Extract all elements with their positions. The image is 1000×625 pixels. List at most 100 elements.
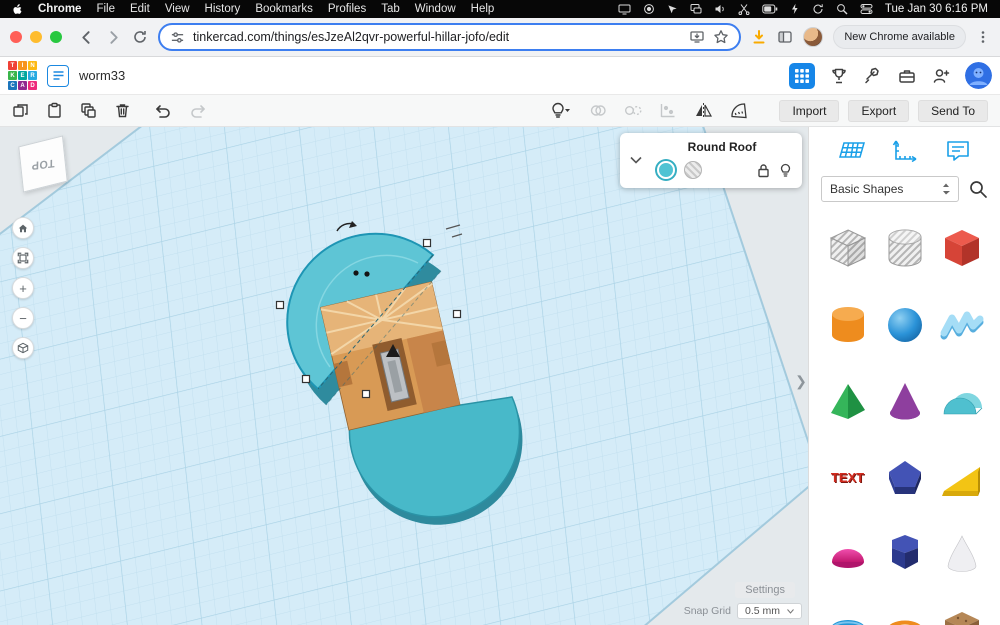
back-button[interactable] — [78, 29, 95, 46]
shape-wedge[interactable] — [935, 445, 989, 509]
collapse-inspector-button[interactable] — [626, 140, 646, 179]
color-swatch-selected[interactable] — [657, 161, 675, 179]
lock-icon[interactable] — [757, 163, 770, 178]
url-text[interactable]: tinkercad.com/things/esJzeAl2qvr-powerfu… — [193, 30, 681, 44]
menu-tab[interactable]: Tab — [381, 3, 400, 15]
settings-button[interactable]: Settings — [735, 582, 795, 598]
zoom-out-button[interactable]: − — [12, 307, 34, 329]
shape-category-select[interactable]: Basic Shapes — [821, 176, 959, 202]
browser-profile-avatar[interactable] — [803, 27, 823, 47]
snap-grid-select[interactable]: 0.5 mm — [737, 603, 802, 619]
shape-cylinder-transparent[interactable] — [878, 217, 932, 281]
sync-icon[interactable] — [812, 3, 824, 15]
delete-icon[interactable] — [114, 102, 131, 119]
shape-round-roof[interactable] — [935, 369, 989, 433]
bookmark-star-icon[interactable] — [713, 29, 729, 45]
undo-icon[interactable] — [154, 103, 172, 119]
zoom-in-button[interactable]: + — [12, 277, 34, 299]
show-all-bulb-icon[interactable] — [550, 102, 572, 119]
shape-polygon[interactable] — [878, 445, 932, 509]
display-icon[interactable] — [618, 3, 631, 15]
notes-tool-icon[interactable] — [945, 139, 971, 163]
ungroup-icon[interactable] — [624, 102, 642, 119]
sidebar-toggle-icon[interactable] — [777, 29, 793, 45]
shape-pyramid[interactable] — [821, 369, 875, 433]
redo-icon[interactable] — [189, 103, 207, 119]
send-to-button[interactable]: Send To — [918, 100, 988, 122]
chrome-update-button[interactable]: New Chrome available — [833, 25, 966, 49]
shape-half-sphere[interactable] — [821, 521, 875, 585]
volume-icon[interactable] — [714, 3, 726, 15]
tools-icon[interactable] — [863, 66, 883, 86]
window-minimize-button[interactable] — [30, 31, 42, 43]
shape-cylinder[interactable] — [821, 293, 875, 357]
fit-view-button[interactable] — [12, 247, 34, 269]
user-avatar[interactable] — [965, 62, 992, 89]
shape-cone[interactable] — [878, 369, 932, 433]
menu-bookmarks[interactable]: Bookmarks — [255, 3, 313, 15]
design-title[interactable]: worm33 — [79, 68, 125, 83]
hide-bulb-icon[interactable] — [779, 163, 792, 178]
battery-icon[interactable] — [762, 4, 778, 14]
3d-viewport[interactable]: TOP + − Round Roof Sett — [0, 127, 808, 625]
control-center-icon[interactable] — [860, 3, 873, 15]
shape-box-transparent[interactable] — [821, 217, 875, 281]
menu-profiles[interactable]: Profiles — [328, 3, 366, 15]
apple-menu[interactable] — [12, 3, 23, 16]
group-icon[interactable] — [589, 102, 607, 119]
rotate-handle-dot[interactable] — [364, 271, 369, 276]
charging-icon[interactable] — [790, 3, 800, 15]
transparent-swatch[interactable] — [684, 161, 702, 179]
site-info-icon[interactable] — [170, 30, 185, 45]
menubar-clock[interactable]: Tue Jan 30 6:16 PM — [885, 3, 988, 15]
rotate-handle-dot[interactable] — [353, 270, 358, 275]
import-button[interactable]: Import — [779, 100, 839, 122]
shape-text[interactable]: TEXT — [821, 445, 875, 509]
shape-torus-thin[interactable] — [878, 597, 932, 625]
invite-person-icon[interactable] — [931, 66, 951, 86]
paste-icon[interactable] — [46, 102, 63, 119]
download-icon[interactable] — [751, 29, 767, 45]
shape-torus[interactable] — [821, 597, 875, 625]
location-icon[interactable] — [667, 4, 678, 15]
menu-app-name[interactable]: Chrome — [38, 3, 81, 15]
spotlight-icon[interactable] — [836, 3, 848, 15]
menu-window[interactable]: Window — [415, 3, 456, 15]
menu-file[interactable]: File — [96, 3, 115, 15]
reload-button[interactable] — [132, 29, 148, 45]
shape-textured-box[interactable] — [935, 597, 989, 625]
menu-help[interactable]: Help — [471, 3, 495, 15]
shape-paraboloid[interactable] — [935, 521, 989, 585]
screen-mirroring-icon[interactable] — [690, 3, 702, 15]
cut-icon[interactable] — [738, 3, 750, 15]
forward-button[interactable] — [105, 29, 122, 46]
ruler-tool-icon[interactable] — [892, 139, 918, 163]
search-icon[interactable] — [968, 179, 988, 199]
sidebar-collapse-chevron[interactable]: ❯ — [794, 367, 808, 395]
design-properties-button[interactable] — [47, 65, 69, 87]
shape-box[interactable] — [935, 217, 989, 281]
perspective-button[interactable] — [12, 337, 34, 359]
apps-grid-button[interactable] — [789, 63, 815, 89]
tinkercad-logo[interactable]: TIN KER CAD — [8, 61, 37, 90]
mirror-icon[interactable] — [694, 102, 713, 119]
address-bar[interactable]: tinkercad.com/things/esJzeAl2qvr-powerfu… — [158, 23, 741, 51]
align-icon[interactable] — [659, 102, 677, 119]
window-close-button[interactable] — [10, 31, 22, 43]
menu-view[interactable]: View — [165, 3, 190, 15]
workplane-tool-icon[interactable] — [838, 139, 866, 163]
window-zoom-button[interactable] — [50, 31, 62, 43]
ruler-icon[interactable] — [730, 102, 748, 119]
menu-edit[interactable]: Edit — [130, 3, 150, 15]
duplicate-icon[interactable] — [80, 102, 97, 119]
install-icon[interactable] — [689, 29, 705, 45]
copy-icon[interactable] — [12, 102, 29, 119]
shape-scribble[interactable] — [935, 293, 989, 357]
scene-svg[interactable] — [0, 127, 808, 625]
menu-history[interactable]: History — [205, 3, 241, 15]
shape-sphere[interactable] — [878, 293, 932, 357]
export-button[interactable]: Export — [848, 100, 909, 122]
browser-menu-icon[interactable] — [976, 30, 990, 44]
briefcase-icon[interactable] — [897, 66, 917, 86]
shape-hexagonal-prism[interactable] — [878, 521, 932, 585]
